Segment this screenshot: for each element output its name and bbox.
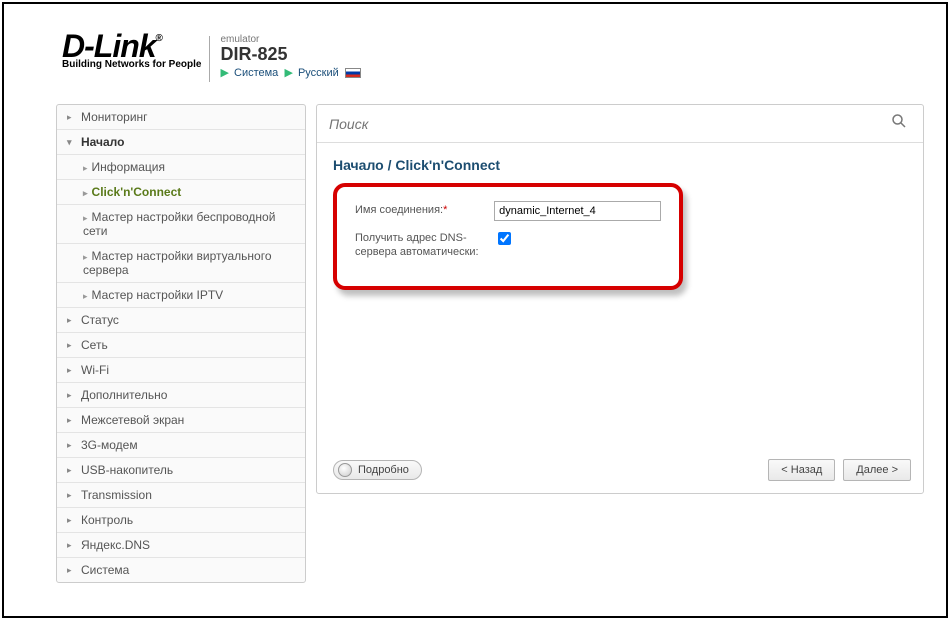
dns-auto-label: Получить адрес DNS-сервера автоматически… — [355, 229, 497, 260]
triangle-icon: ▶ — [220, 67, 228, 79]
chevron-right-icon: ▸ — [67, 490, 75, 501]
sidebar-item-label: Контроль — [81, 513, 133, 527]
search-icon[interactable] — [887, 113, 911, 134]
sidebar-sub-wireless-wizard[interactable]: ▸Мастер настройки беспроводной сети — [57, 205, 305, 244]
header-bar: D-Link® Building Networks for People emu… — [4, 4, 946, 96]
sidebar-item-usb-storage[interactable]: ▸ USB-накопитель — [57, 458, 305, 483]
russia-flag-icon — [345, 68, 361, 78]
sidebar-item-monitoring[interactable]: ▸ Мониторинг — [57, 105, 305, 130]
chevron-right-icon: ▸ — [83, 291, 88, 301]
main-panel: Начало / Click'n'Connect Имя соединения:… — [316, 104, 924, 494]
sidebar-item-control[interactable]: ▸ Контроль — [57, 508, 305, 533]
sidebar-sub-label: Информация — [92, 160, 165, 174]
footer-row: Подробно < Назад Далее > — [333, 459, 911, 481]
chevron-right-icon: ▸ — [83, 163, 88, 173]
chevron-right-icon: ▸ — [67, 540, 75, 551]
sidebar-sub-iptv-wizard[interactable]: ▸ Мастер настройки IPTV — [57, 283, 305, 308]
device-model: DIR-825 — [220, 45, 360, 65]
sidebar-item-label: Transmission — [81, 488, 152, 502]
chevron-right-icon: ▸ — [83, 213, 88, 223]
sidebar-sub-virtual-server-wizard[interactable]: ▸Мастер настройки виртуального сервера — [57, 244, 305, 283]
sidebar-item-advanced[interactable]: ▸ Дополнительно — [57, 383, 305, 408]
back-button[interactable]: < Назад — [768, 459, 835, 481]
sidebar-item-label: Начало — [81, 135, 124, 149]
brand-block: D-Link® Building Networks for People — [62, 32, 201, 70]
sidebar-sub-label: Мастер настройки IPTV — [92, 288, 224, 302]
sidebar-sub-label: Мастер настройки беспроводной сети — [83, 210, 275, 238]
system-menu-link[interactable]: Система — [234, 67, 278, 79]
breadcrumb: Начало / Click'n'Connect — [317, 143, 923, 179]
chevron-right-icon: ▸ — [67, 415, 75, 426]
sidebar-sub-information[interactable]: ▸ Информация — [57, 155, 305, 180]
sidebar-item-label: Дополнительно — [81, 388, 167, 402]
brand-logo: D-Link® — [62, 32, 201, 61]
details-button[interactable]: Подробно — [333, 460, 422, 480]
chevron-down-icon: ▾ — [67, 137, 75, 148]
chevron-right-icon: ▸ — [67, 315, 75, 326]
details-label: Подробно — [358, 464, 409, 476]
sidebar-item-label: Сеть — [81, 338, 108, 352]
sidebar-item-transmission[interactable]: ▸ Transmission — [57, 483, 305, 508]
brand-reg: ® — [156, 33, 162, 44]
dns-auto-checkbox[interactable] — [498, 232, 511, 245]
sidebar-item-label: Мониторинг — [81, 110, 148, 124]
sidebar-item-label: Wi-Fi — [81, 363, 109, 377]
connection-name-label: Имя соединения:* — [355, 201, 494, 217]
connection-form-highlight: Имя соединения:* Получить адрес DNS-серв… — [333, 183, 683, 290]
chevron-right-icon: ▸ — [83, 252, 88, 262]
sidebar-item-firewall[interactable]: ▸ Межсетевой экран — [57, 408, 305, 433]
connection-name-input[interactable] — [494, 201, 661, 221]
sidebar-item-status[interactable]: ▸ Статус — [57, 308, 305, 333]
search-bar — [317, 105, 923, 143]
device-block: emulator DIR-825 ▶ Система ▶ Русский — [220, 32, 360, 79]
sidebar-sub-clicknconnect[interactable]: ▸ Click'n'Connect — [57, 180, 305, 205]
chevron-right-icon: ▸ — [67, 112, 75, 123]
triangle-icon: ▶ — [284, 67, 292, 79]
sidebar-item-label: 3G-модем — [81, 438, 138, 452]
sidebar-sub-label: Click'n'Connect — [92, 185, 182, 199]
sidebar-item-label: USB-накопитель — [81, 463, 173, 477]
sidebar-item-start[interactable]: ▾ Начало — [57, 130, 305, 155]
sidebar-item-label: Статус — [81, 313, 119, 327]
brand-tagline: Building Networks for People — [62, 59, 201, 70]
sidebar-item-label: Система — [81, 563, 129, 577]
search-input[interactable] — [329, 116, 887, 132]
language-menu-link[interactable]: Русский — [298, 67, 339, 79]
required-asterisk: * — [443, 204, 447, 216]
sidebar-item-yandex-dns[interactable]: ▸ Яндекс.DNS — [57, 533, 305, 558]
next-button[interactable]: Далее > — [843, 459, 911, 481]
chevron-right-icon: ▸ — [67, 340, 75, 351]
sidebar-item-network[interactable]: ▸ Сеть — [57, 333, 305, 358]
sidebar-item-system[interactable]: ▸ Система — [57, 558, 305, 582]
sidebar-item-label: Яндекс.DNS — [81, 538, 150, 552]
chevron-right-icon: ▸ — [67, 515, 75, 526]
circle-icon — [338, 463, 352, 477]
sidebar: ▸ Мониторинг ▾ Начало ▸ Информация ▸ Click'n… — [56, 104, 306, 583]
chevron-right-icon: ▸ — [67, 390, 75, 401]
sidebar-sub-label: Мастер настройки виртуального сервера — [83, 249, 272, 277]
sidebar-item-wifi[interactable]: ▸ Wi-Fi — [57, 358, 305, 383]
chevron-right-icon: ▸ — [67, 465, 75, 476]
chevron-right-icon: ▸ — [67, 565, 75, 576]
chevron-right-icon: ▸ — [67, 440, 75, 451]
chevron-right-icon: ▸ — [67, 365, 75, 376]
header-separator — [209, 36, 210, 82]
chevron-right-icon: ▸ — [83, 188, 88, 198]
sidebar-item-label: Межсетевой экран — [81, 413, 184, 427]
header-menu-row: ▶ Система ▶ Русский — [220, 66, 360, 79]
sidebar-item-3g-modem[interactable]: ▸ 3G-модем — [57, 433, 305, 458]
